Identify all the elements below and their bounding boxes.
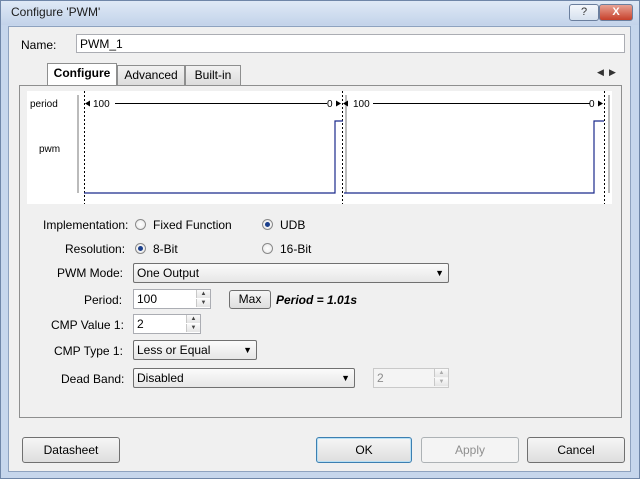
tab-configure[interactable]: Configure [47,63,117,85]
cmp-value-1-value: 2 [137,317,144,331]
window-title: Configure 'PWM' [11,5,101,19]
period-stepper[interactable]: 100 ▲ ▼ [133,289,211,309]
radio-udb-label[interactable]: UDB [280,218,305,232]
tab-scroll-left-icon[interactable]: ◀ [597,67,604,78]
period-start-value: 100 [93,99,110,110]
spin-up-icon: ▲ [434,369,448,377]
cmp-value-1-label: CMP Value 1: [51,318,124,332]
close-button[interactable]: X [599,4,633,21]
cmp-type-1-select[interactable]: Less or Equal ▼ [133,340,257,360]
radio-8-bit-label[interactable]: 8-Bit [153,242,178,256]
chevron-down-icon: ▼ [435,268,444,278]
dead-band-count-stepper: 2 ▲ ▼ [373,368,449,388]
period-axis-label: period [30,99,58,110]
radio-16-bit-label[interactable]: 16-Bit [280,242,311,256]
chevron-down-icon: ▼ [341,373,350,383]
title-bar: Configure 'PWM' ? X [1,1,639,25]
apply-button: Apply [421,437,519,463]
pwm-axis-label: pwm [39,144,61,155]
dialog-client: Name: PWM_1 Configure Advanced Built-in … [8,26,631,472]
waveform-svg [77,91,610,204]
period-computed: Period = 1.01s [276,293,358,307]
resolution-label: Resolution: [65,242,126,256]
tab-built-in[interactable]: Built-in [185,65,241,85]
help-button[interactable]: ? [569,4,599,21]
radio-8-bit[interactable] [135,243,146,254]
period-end-value-2: 0 [589,99,595,110]
pwm-mode-value: One Output [137,266,200,280]
spin-up-icon[interactable]: ▲ [196,290,210,298]
dead-band-value: Disabled [137,371,184,385]
spin-down-icon[interactable]: ▼ [196,299,210,307]
dead-band-count-value: 2 [377,371,384,385]
tab-advanced[interactable]: Advanced [117,65,185,85]
spin-down-icon[interactable]: ▼ [186,324,200,332]
configure-dialog: Configure 'PWM' ? X Name: PWM_1 Configur… [0,0,640,479]
tab-scroll-right-icon[interactable]: ▶ [609,67,616,78]
radio-fixed-function[interactable] [135,219,146,230]
radio-16-bit[interactable] [262,243,273,254]
implementation-label: Implementation: [43,218,129,232]
period-start-value-2: 100 [353,99,370,110]
max-button[interactable]: Max [229,290,271,309]
datasheet-button[interactable]: Datasheet [22,437,120,463]
ok-button[interactable]: OK [316,437,412,463]
spin-up-icon[interactable]: ▲ [186,315,200,323]
chevron-down-icon: ▼ [243,345,252,355]
name-label: Name: [21,38,57,52]
pwm-mode-label: PWM Mode: [57,266,124,280]
dead-band-label: Dead Band: [61,372,125,386]
cmp-type-1-value: Less or Equal [137,343,211,357]
dead-band-select[interactable]: Disabled ▼ [133,368,355,388]
pwm-mode-select[interactable]: One Output ▼ [133,263,449,283]
cmp-type-1-label: CMP Type 1: [54,344,123,358]
pwm-waveform: period pwm 100 0 100 0 [27,91,612,204]
period-label: Period: [84,293,123,307]
radio-fixed-function-label[interactable]: Fixed Function [153,218,232,232]
name-input[interactable]: PWM_1 [76,34,625,53]
radio-udb[interactable] [262,219,273,230]
cancel-button[interactable]: Cancel [527,437,625,463]
cmp-value-1-stepper[interactable]: 2 ▲ ▼ [133,314,201,334]
period-end-value: 0 [327,99,333,110]
spin-down-icon: ▼ [434,378,448,386]
period-value: 100 [137,292,158,306]
